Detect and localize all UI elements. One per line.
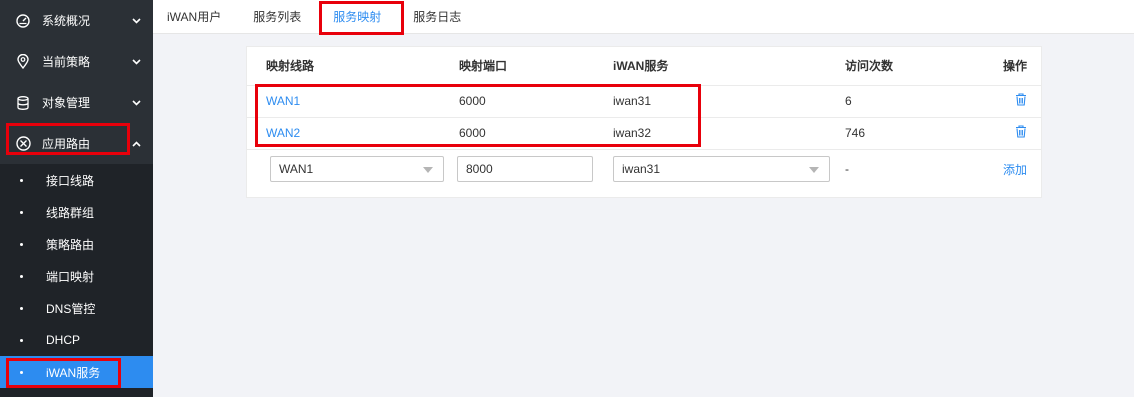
- chevron-up-icon: [129, 140, 143, 147]
- row-port: 6000: [459, 117, 613, 150]
- row-visits: 6: [845, 85, 965, 118]
- line-select[interactable]: WAN1: [270, 156, 444, 183]
- tab-bar: iWAN用户 服务列表 服务映射 服务日志: [153, 0, 1134, 34]
- row-service: iwan32: [613, 117, 845, 150]
- service-mapping-table: 映射线路 映射端口 iWAN服务 访问次数 操作 WAN1 6000 iwan3…: [247, 47, 1041, 189]
- delete-trash-icon[interactable]: [1015, 93, 1027, 106]
- table-row: WAN1 6000 iwan31 6: [247, 85, 1041, 118]
- sidebar-item-label: 当前策略: [42, 55, 91, 69]
- tab-iwan-users[interactable]: iWAN用户: [167, 0, 221, 34]
- column-header-actions: 操作: [965, 47, 1041, 86]
- bullet-icon: [20, 306, 23, 310]
- sidebar-subitem-policy-routing[interactable]: 策略路由: [0, 228, 153, 260]
- tab-service-mapping[interactable]: 服务映射: [333, 0, 381, 34]
- chevron-down-icon: [129, 17, 143, 24]
- sidebar-subitem-iwan-service[interactable]: iWAN服务: [0, 356, 153, 388]
- service-select[interactable]: iwan31: [613, 156, 830, 183]
- sidebar-item-app-routing[interactable]: 应用路由: [0, 123, 153, 164]
- sidebar-subitem-label: 端口映射: [46, 269, 95, 284]
- bullet-icon: [20, 210, 23, 214]
- sidebar-submenu: 接口线路 线路群组 策略路由 端口映射 DNS管控 DHCP iWAN服务: [0, 164, 153, 388]
- caret-down-icon: [809, 167, 819, 174]
- sidebar-subitem-label: 接口线路: [46, 173, 95, 188]
- form-visits-placeholder: -: [845, 162, 849, 177]
- database-icon: [14, 94, 32, 112]
- bullet-icon: [20, 242, 23, 246]
- row-service: iwan31: [613, 85, 845, 118]
- sidebar-item-object-management[interactable]: 对象管理: [0, 82, 153, 123]
- sidebar-item-label: 应用路由: [42, 137, 91, 151]
- caret-down-icon: [423, 167, 433, 174]
- service-select-value: iwan31: [622, 162, 661, 177]
- column-header-port: 映射端口: [459, 47, 613, 86]
- table-header-row: 映射线路 映射端口 iWAN服务 访问次数 操作: [247, 47, 1041, 86]
- chevron-down-icon: [129, 58, 143, 65]
- add-mapping-form-row: WAN1 8000 iwan31 - 添加: [247, 149, 1041, 189]
- sidebar-subitem-label: iWAN服务: [46, 365, 101, 380]
- column-header-visits: 访问次数: [845, 47, 965, 86]
- sidebar-subitem-port-mapping[interactable]: 端口映射: [0, 260, 153, 292]
- row-port: 6000: [459, 85, 613, 118]
- port-input-value: 8000: [466, 162, 493, 177]
- tab-service-log[interactable]: 服务日志: [413, 0, 461, 34]
- service-mapping-card: 映射线路 映射端口 iWAN服务 访问次数 操作 WAN1 6000 iwan3…: [246, 46, 1042, 198]
- table-row: WAN2 6000 iwan32 746: [247, 117, 1041, 150]
- sidebar-item-label: 对象管理: [42, 96, 91, 110]
- sidebar: 系统概况 当前策略 对象管理 应用路由 接口线路 线路群组 策略路由 端口映射 …: [0, 0, 153, 397]
- sidebar-subitem-interface-lines[interactable]: 接口线路: [0, 164, 153, 196]
- sidebar-item-overview[interactable]: 系统概况: [0, 0, 153, 41]
- delete-trash-icon[interactable]: [1015, 125, 1027, 138]
- location-pin-icon: [14, 53, 32, 71]
- sidebar-subitem-dhcp[interactable]: DHCP: [0, 324, 153, 356]
- routing-circle-icon: [14, 135, 32, 153]
- sidebar-subitem-dns-control[interactable]: DNS管控: [0, 292, 153, 324]
- sidebar-subitem-label: 线路群组: [46, 205, 95, 220]
- row-visits: 746: [845, 117, 965, 150]
- tab-service-list[interactable]: 服务列表: [253, 0, 301, 34]
- sidebar-subitem-label: DHCP: [46, 333, 81, 347]
- bullet-icon: [20, 370, 23, 374]
- line-select-value: WAN1: [279, 162, 314, 177]
- column-header-service: iWAN服务: [613, 47, 845, 86]
- bullet-icon: [20, 338, 23, 342]
- sidebar-top-menu: 系统概况 当前策略 对象管理: [0, 0, 153, 123]
- sidebar-item-label: 系统概况: [42, 14, 91, 28]
- row-line-link[interactable]: WAN2: [266, 126, 300, 140]
- sidebar-subitem-label: DNS管控: [46, 301, 96, 316]
- column-header-line: 映射线路: [247, 47, 459, 86]
- bullet-icon: [20, 178, 23, 182]
- sidebar-item-current-policy[interactable]: 当前策略: [0, 41, 153, 82]
- bullet-icon: [20, 274, 23, 278]
- sidebar-subitem-line-groups[interactable]: 线路群组: [0, 196, 153, 228]
- add-button[interactable]: 添加: [1003, 163, 1027, 177]
- chevron-down-icon: [129, 99, 143, 106]
- sidebar-subitem-label: 策略路由: [46, 237, 95, 252]
- port-input[interactable]: 8000: [457, 156, 593, 183]
- dashboard-gauge-icon: [14, 12, 32, 30]
- row-line-link[interactable]: WAN1: [266, 94, 300, 108]
